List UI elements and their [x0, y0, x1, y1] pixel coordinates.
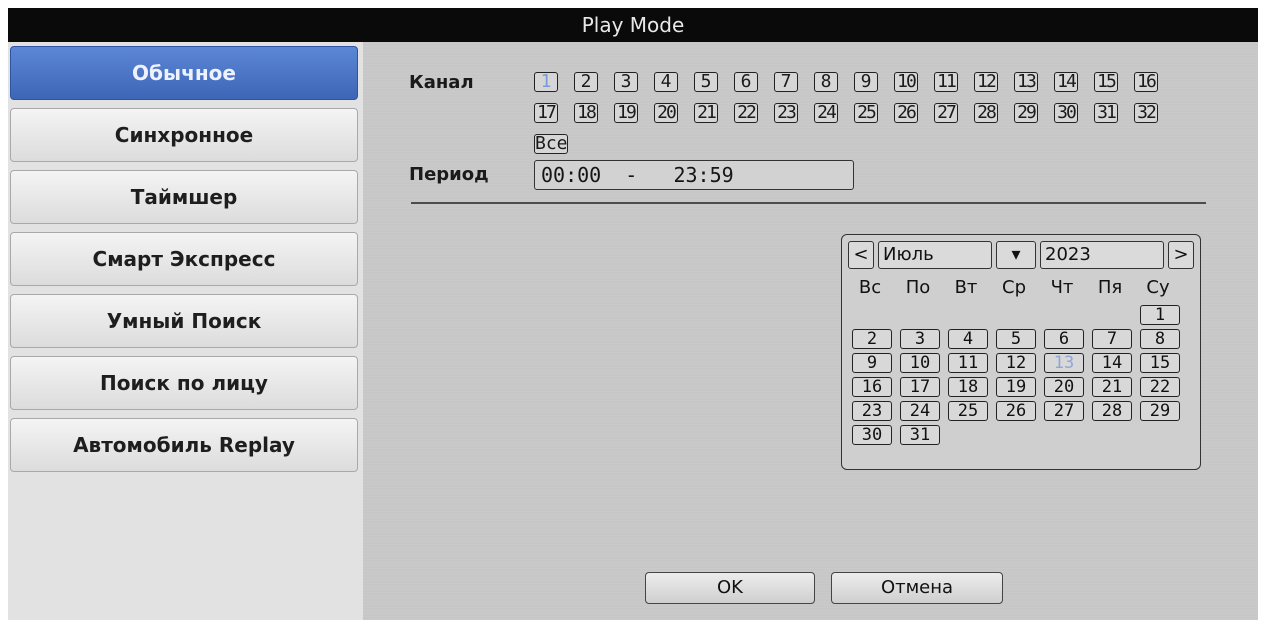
calendar-day[interactable]: 8: [1140, 329, 1180, 349]
weekday-label: Вс: [858, 277, 882, 298]
calendar: < Июль ▾ 2023 > Вс По Вт Ср Чт Пя Су 123456789…: [841, 234, 1201, 470]
calendar-day[interactable]: 26: [996, 401, 1036, 421]
calendar-day[interactable]: 10: [900, 353, 940, 373]
month-select[interactable]: Июль: [878, 241, 992, 269]
channel-1-checkbox[interactable]: 1: [534, 72, 558, 92]
calendar-day[interactable]: 16: [852, 377, 892, 397]
channel-26-checkbox[interactable]: 26: [894, 103, 918, 123]
calendar-day[interactable]: 20: [1044, 377, 1084, 397]
sidebar: Обычное Синхронное Таймшер Смарт Экспрес…: [8, 42, 363, 620]
year-field[interactable]: 2023: [1040, 241, 1164, 269]
channel-11-checkbox[interactable]: 11: [934, 72, 958, 92]
weekday-label: Ср: [1002, 277, 1026, 298]
sidebar-item-face-search[interactable]: Поиск по лицу: [10, 356, 358, 410]
calendar-day[interactable]: 7: [1092, 329, 1132, 349]
channel-21-checkbox[interactable]: 21: [694, 103, 718, 123]
calendar-day[interactable]: 1: [1140, 305, 1180, 325]
sidebar-item-timeshare[interactable]: Таймшер: [10, 170, 358, 224]
calendar-day[interactable]: 28: [1092, 401, 1132, 421]
divider: [411, 202, 1206, 204]
channel-32-checkbox[interactable]: 32: [1134, 103, 1158, 123]
sidebar-item-normal[interactable]: Обычное: [10, 46, 358, 100]
calendar-day[interactable]: 18: [948, 377, 988, 397]
calendar-day[interactable]: 25: [948, 401, 988, 421]
calendar-day[interactable]: 17: [900, 377, 940, 397]
channel-13-checkbox[interactable]: 13: [1014, 72, 1038, 92]
channel-27-checkbox[interactable]: 27: [934, 103, 958, 123]
calendar-day[interactable]: 29: [1140, 401, 1180, 421]
sidebar-item-sync[interactable]: Синхронное: [10, 108, 358, 162]
channel-label: Канал: [409, 72, 474, 93]
calendar-day[interactable]: 21: [1092, 377, 1132, 397]
calendar-day[interactable]: 9: [852, 353, 892, 373]
calendar-day[interactable]: 4: [948, 329, 988, 349]
channel-7-checkbox[interactable]: 7: [774, 72, 798, 92]
channel-8-checkbox[interactable]: 8: [814, 72, 838, 92]
chevron-down-icon[interactable]: ▾: [996, 241, 1036, 269]
channel-30-checkbox[interactable]: 30: [1054, 103, 1078, 123]
calendar-day[interactable]: 11: [948, 353, 988, 373]
cancel-button[interactable]: Отмена: [831, 572, 1003, 604]
calendar-day[interactable]: 31: [900, 425, 940, 445]
channel-2-checkbox[interactable]: 2: [574, 72, 598, 92]
next-month-button[interactable]: >: [1168, 241, 1194, 269]
channel-5-checkbox[interactable]: 5: [694, 72, 718, 92]
calendar-day[interactable]: 14: [1092, 353, 1132, 373]
calendar-day[interactable]: 13: [1044, 353, 1084, 373]
channel-16-checkbox[interactable]: 16: [1134, 72, 1158, 92]
weekday-label: Чт: [1050, 277, 1074, 298]
channel-20-checkbox[interactable]: 20: [654, 103, 678, 123]
window-title: Play Mode: [8, 8, 1258, 42]
channel-18-checkbox[interactable]: 18: [574, 103, 598, 123]
channel-31-checkbox[interactable]: 31: [1094, 103, 1118, 123]
calendar-day[interactable]: 19: [996, 377, 1036, 397]
channel-14-checkbox[interactable]: 14: [1054, 72, 1078, 92]
sidebar-item-vehicle-replay[interactable]: Автомобиль Replay: [10, 418, 358, 472]
calendar-day[interactable]: 30: [852, 425, 892, 445]
channel-25-checkbox[interactable]: 25: [854, 103, 878, 123]
channel-12-checkbox[interactable]: 12: [974, 72, 998, 92]
channel-19-checkbox[interactable]: 19: [614, 103, 638, 123]
calendar-day[interactable]: 22: [1140, 377, 1180, 397]
weekday-label: Вт: [954, 277, 978, 298]
ok-button[interactable]: OK: [645, 572, 815, 604]
channel-9-checkbox[interactable]: 9: [854, 72, 878, 92]
calendar-day[interactable]: 23: [852, 401, 892, 421]
channel-29-checkbox[interactable]: 29: [1014, 103, 1038, 123]
period-label: Период: [409, 164, 489, 185]
sidebar-item-smart-express[interactable]: Смарт Экспресс: [10, 232, 358, 286]
calendar-day[interactable]: 12: [996, 353, 1036, 373]
channel-6-checkbox[interactable]: 6: [734, 72, 758, 92]
channel-10-checkbox[interactable]: 10: [894, 72, 918, 92]
channel-all-button[interactable]: Все: [534, 134, 568, 154]
channel-24-checkbox[interactable]: 24: [814, 103, 838, 123]
prev-month-button[interactable]: <: [848, 241, 874, 269]
channel-3-checkbox[interactable]: 3: [614, 72, 638, 92]
calendar-day[interactable]: 15: [1140, 353, 1180, 373]
channel-28-checkbox[interactable]: 28: [974, 103, 998, 123]
channel-15-checkbox[interactable]: 15: [1094, 72, 1118, 92]
channel-17-checkbox[interactable]: 17: [534, 103, 558, 123]
channel-23-checkbox[interactable]: 23: [774, 103, 798, 123]
sidebar-item-smart-search[interactable]: Умный Поиск: [10, 294, 358, 348]
calendar-day[interactable]: 6: [1044, 329, 1084, 349]
weekday-label: По: [905, 277, 931, 298]
calendar-day[interactable]: 3: [900, 329, 940, 349]
main-panel: Канал 1 2 3 4 5 6 7 8 9 10 11 12 13 14 15 16 17 18 19 20 21 2…: [363, 42, 1258, 620]
weekday-label: Су: [1146, 277, 1170, 298]
calendar-day[interactable]: 24: [900, 401, 940, 421]
calendar-day[interactable]: 2: [852, 329, 892, 349]
channel-4-checkbox[interactable]: 4: [654, 72, 678, 92]
play-mode-screen: Play Mode Обычное Синхронное Таймшер Сма…: [0, 0, 1266, 626]
channel-22-checkbox[interactable]: 22: [734, 103, 758, 123]
calendar-day[interactable]: 27: [1044, 401, 1084, 421]
calendar-day[interactable]: 5: [996, 329, 1036, 349]
period-field[interactable]: 00:00 - 23:59: [534, 160, 854, 190]
weekday-label: Пя: [1097, 277, 1123, 298]
